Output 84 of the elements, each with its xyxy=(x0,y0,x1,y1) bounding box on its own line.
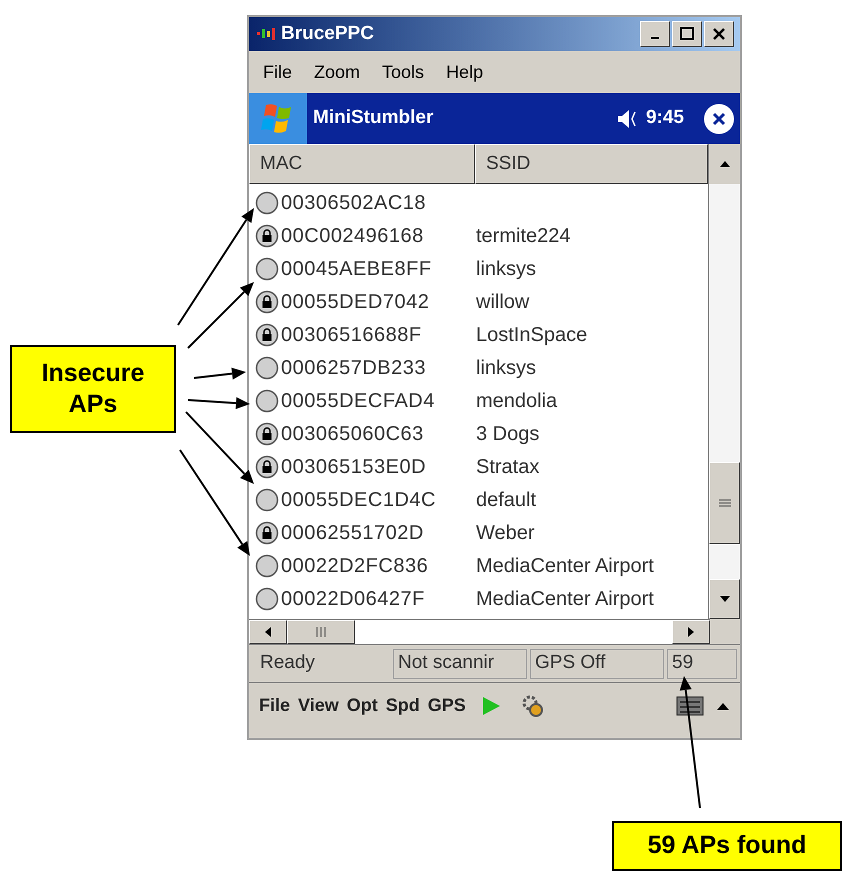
ssid-cell-text: MediaCenter Airport xyxy=(476,554,654,578)
arrow xyxy=(188,397,250,410)
close-button[interactable] xyxy=(704,104,734,134)
command-menu[interactable]: Opt xyxy=(346,692,378,719)
left-arrow-icon xyxy=(264,626,272,638)
mac-cell-text: 00306516688F xyxy=(281,322,423,348)
mac-cell-text: 0006257DB233 xyxy=(281,356,428,380)
mac-cell-text: 003065153E0D xyxy=(281,454,428,480)
lock-icon xyxy=(255,290,279,314)
ssid-cell-text: linksys xyxy=(476,256,536,282)
up-arrow-icon xyxy=(718,160,730,168)
maximize-button[interactable] xyxy=(672,21,702,47)
mac-cell-text: 00022D2FC836 xyxy=(281,554,430,578)
clock: 9:45 xyxy=(646,106,684,130)
ssid-cell-text: default xyxy=(476,488,536,512)
mac-cell-text: 00055DECFAD4 xyxy=(281,388,436,414)
circle-icon xyxy=(255,388,279,412)
ssid-cell-text: termite224 xyxy=(476,224,570,248)
circle-icon xyxy=(255,256,279,280)
start-button[interactable] xyxy=(249,93,307,144)
circle-icon xyxy=(255,586,279,610)
grip-icon xyxy=(718,499,730,507)
circle-icon xyxy=(255,488,279,512)
lock-icon xyxy=(255,454,279,478)
lock-icon xyxy=(255,520,279,544)
app-logo-icon xyxy=(255,26,277,42)
mac-cell-text: 00306502AC18 xyxy=(281,190,428,216)
mac-cell-text: 00055DEC1D4C xyxy=(281,488,437,512)
right-arrow-icon xyxy=(687,626,695,638)
minimize-button[interactable] xyxy=(640,21,670,47)
ssid-cell-text: Stratax xyxy=(476,454,540,480)
mac-cell-text: 00022D06427F xyxy=(281,586,426,612)
status-pane: GPS Off xyxy=(530,648,664,678)
ssid-cell-text: linksys xyxy=(476,356,536,380)
mac-cell-text: 00C002496168 xyxy=(281,224,425,248)
keyboard-icon[interactable] xyxy=(676,694,704,716)
gear-icon[interactable] xyxy=(520,692,546,718)
circle-icon xyxy=(255,190,279,214)
ssid-cell-text: MediaCenter Airport xyxy=(476,586,654,612)
grip-icon xyxy=(316,627,326,637)
mac-cell-text: 00045AEBE8FF xyxy=(281,256,433,282)
menu-item[interactable]: Help xyxy=(446,58,484,86)
command-menu[interactable]: View xyxy=(298,692,339,719)
ssid-cell-text: Weber xyxy=(476,520,535,546)
close-icon xyxy=(712,112,726,126)
minimize-icon xyxy=(651,37,659,39)
callout-text: Insecure APs xyxy=(40,358,146,420)
command-menu[interactable]: Spd xyxy=(386,692,420,719)
scroll-left-button[interactable] xyxy=(249,620,287,644)
mac-cell-text: 00055DED7042 xyxy=(281,290,430,314)
column-header[interactable]: MAC xyxy=(249,144,475,184)
command-menu[interactable]: File xyxy=(259,692,290,719)
window-title: BrucePPC xyxy=(281,22,374,46)
lock-icon xyxy=(255,322,279,346)
app-title: MiniStumbler xyxy=(313,106,434,130)
scroll-right-button[interactable] xyxy=(672,620,710,644)
callout-text: 59 APs found xyxy=(648,830,806,862)
column-header[interactable]: SSID xyxy=(475,144,708,184)
ssid-cell-text: willow xyxy=(476,290,530,314)
lock-icon xyxy=(255,422,279,446)
scroll-down-button[interactable] xyxy=(709,579,740,619)
arrow xyxy=(194,368,246,380)
ssid-cell-text: mendolia xyxy=(476,388,558,414)
circle-icon xyxy=(255,554,279,578)
status-text: Ready xyxy=(259,651,316,676)
close-button[interactable] xyxy=(704,21,734,47)
lock-icon xyxy=(255,224,279,248)
menu-item[interactable]: Zoom xyxy=(314,58,360,86)
command-menu[interactable]: GPS xyxy=(428,692,466,719)
mac-cell-text: 00062551702D xyxy=(281,520,425,546)
ssid-cell-text: 3 Dogs xyxy=(476,422,540,446)
menu-item[interactable]: File xyxy=(263,58,292,86)
down-arrow-icon xyxy=(718,595,730,603)
up-arrow-icon[interactable] xyxy=(716,700,730,710)
scroll-thumb[interactable] xyxy=(287,620,355,644)
status-pane: Not scannir xyxy=(393,648,527,678)
ssid-cell-text: LostInSpace xyxy=(476,322,588,348)
close-icon xyxy=(711,27,727,41)
scroll-thumb[interactable] xyxy=(709,462,740,544)
maximize-icon xyxy=(679,27,695,41)
circle-icon xyxy=(255,356,279,380)
mac-cell-text: 003065060C63 xyxy=(281,422,425,446)
status-pane: 59 xyxy=(667,648,737,678)
menu-item[interactable]: Tools xyxy=(382,58,424,86)
